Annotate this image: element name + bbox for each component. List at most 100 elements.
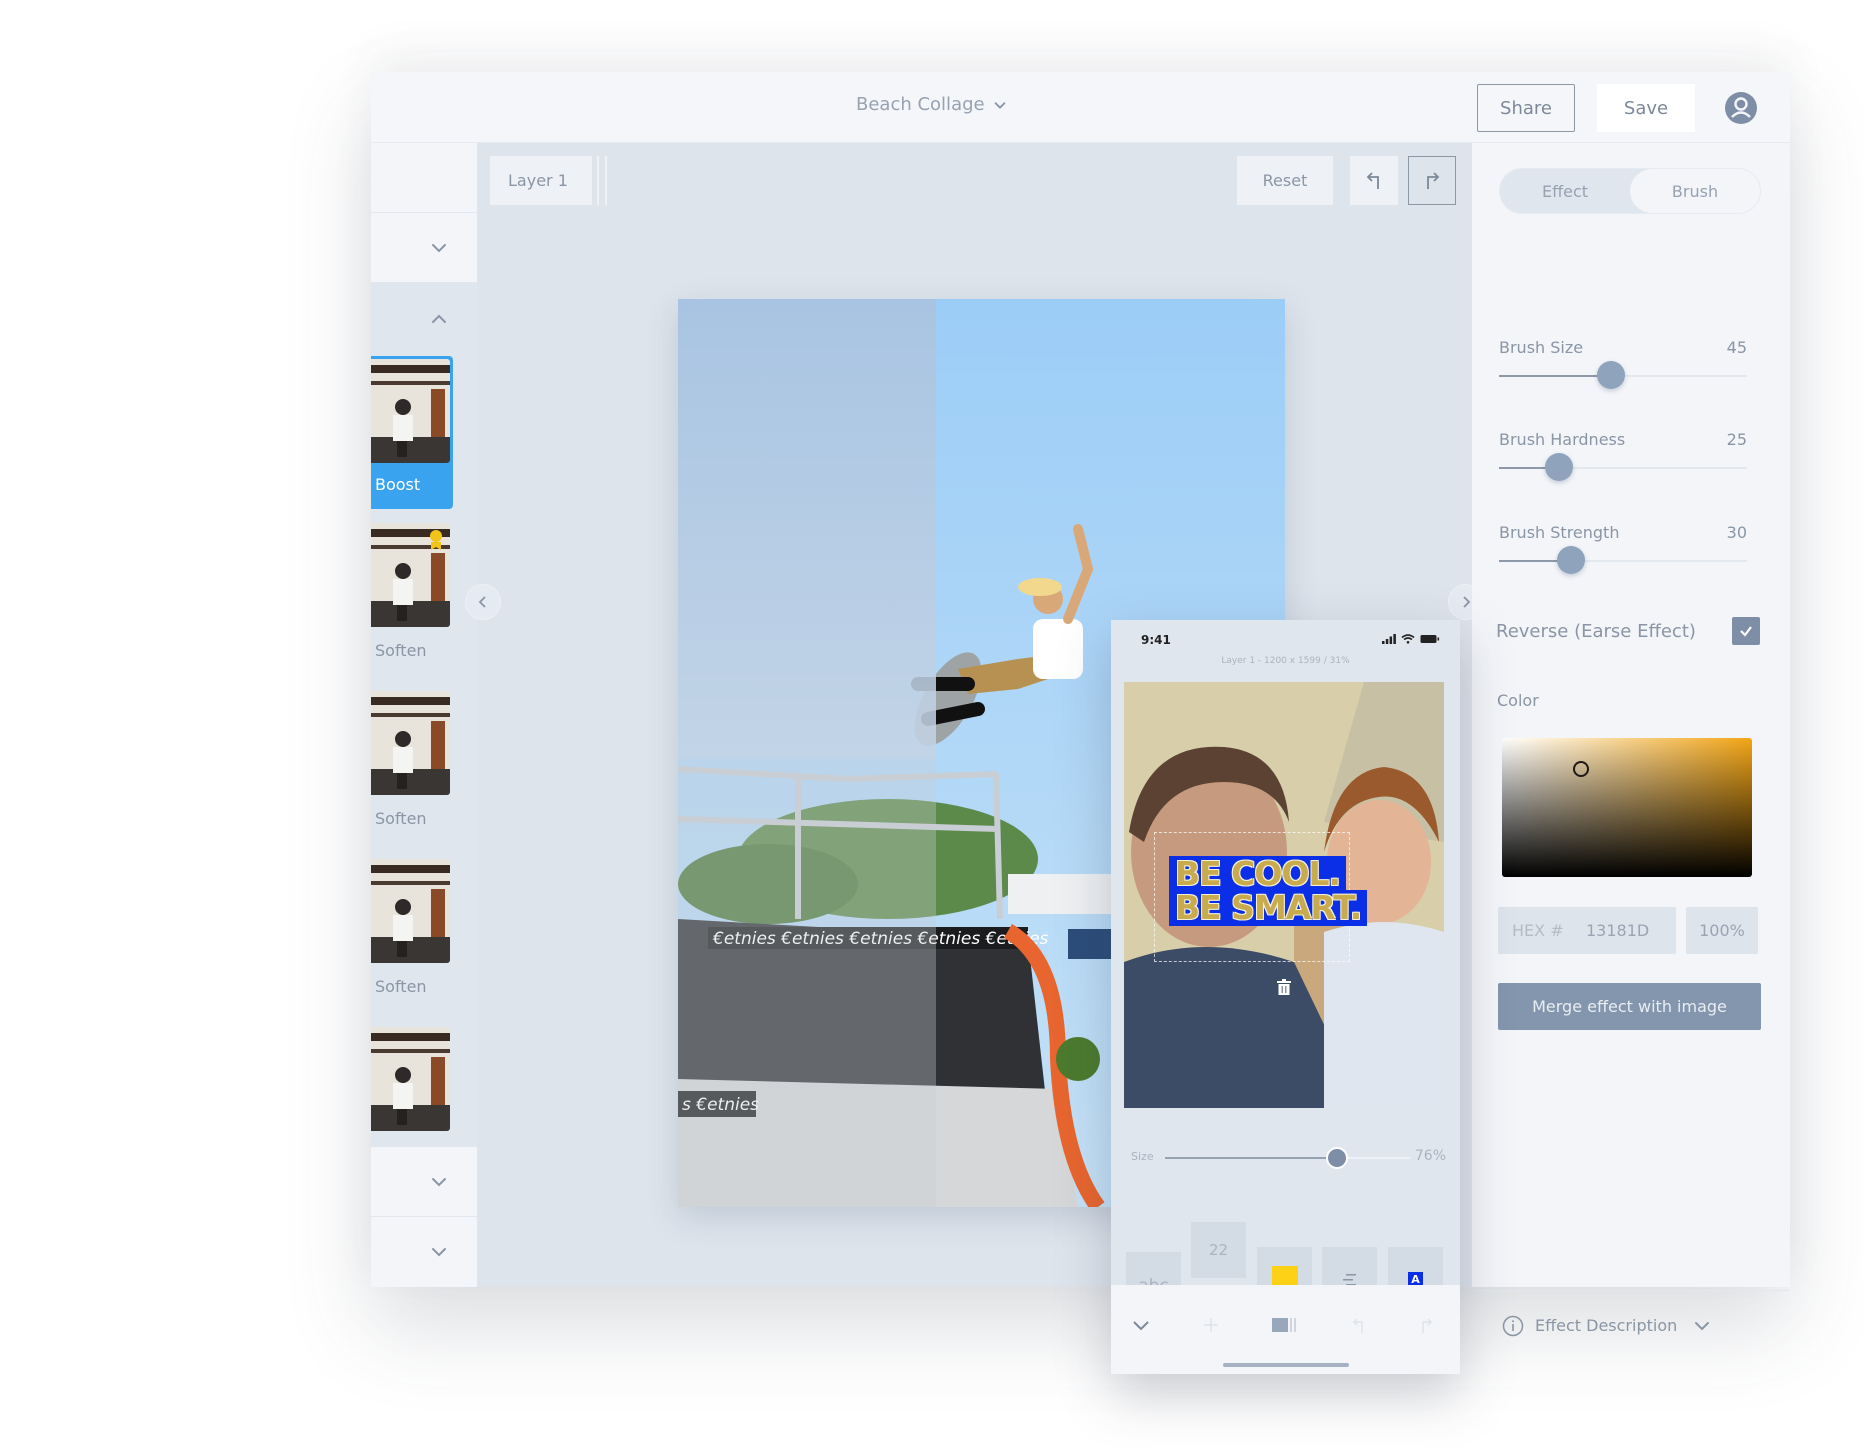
merge-effect-button[interactable]: Merge effect with image <box>1498 983 1761 1030</box>
slider-label: Brush Strength <box>1499 523 1620 542</box>
effect-item-soften[interactable]: Soften <box>371 859 453 996</box>
sidebar-section-toggle[interactable] <box>371 213 477 283</box>
slider-handle[interactable] <box>1325 1147 1348 1169</box>
undo-icon[interactable] <box>1349 1315 1369 1335</box>
effect-description-label: Effect Description <box>1535 1316 1678 1335</box>
size-value: 76% <box>1414 1148 1446 1164</box>
layers-icon[interactable] <box>1271 1315 1301 1335</box>
status-time: 9:41 <box>1141 633 1171 647</box>
effect-thumbnail <box>371 523 450 627</box>
color-label: Color <box>1497 691 1539 710</box>
sidebar-header <box>371 143 477 213</box>
sidebar-section-toggle[interactable] <box>371 1217 477 1287</box>
font-size-tool[interactable]: 22 <box>1191 1222 1246 1278</box>
effect-label: Soften <box>375 641 427 660</box>
slider-handle[interactable] <box>1544 453 1573 481</box>
redo-icon[interactable] <box>1416 1315 1436 1335</box>
effect-thumbnail <box>371 359 450 463</box>
chevron-down-icon <box>432 1248 446 1257</box>
effect-item-soften[interactable]: Soften <box>371 691 453 828</box>
chevron-down-icon <box>432 243 446 252</box>
slider-value: 25 <box>1726 430 1747 449</box>
slider-value: 45 <box>1726 338 1747 357</box>
effect-label: Boost <box>375 475 421 494</box>
brush-strength-slider-group: Brush Strength 30 <box>1499 523 1747 574</box>
effect-thumbnail <box>371 1027 450 1131</box>
sticker-line-1: BE COOL. <box>1169 856 1347 892</box>
layer-tab[interactable]: Layer 1 <box>490 156 592 205</box>
opacity-input[interactable]: 100% <box>1686 907 1758 954</box>
slider-value: 30 <box>1726 523 1747 542</box>
slider-handle[interactable] <box>1596 361 1625 389</box>
effect-item[interactable] <box>371 1027 453 1131</box>
add-icon[interactable] <box>1201 1315 1221 1335</box>
reverse-effect-label: Reverse (Earse Effect) <box>1496 620 1696 642</box>
layer-tab-handle[interactable] <box>597 156 607 205</box>
share-button[interactable]: Share <box>1477 84 1575 132</box>
hex-prefix-label: HEX # <box>1512 921 1564 940</box>
user-avatar-icon[interactable] <box>1725 92 1757 124</box>
chevron-down-icon <box>432 1177 446 1186</box>
brush-hardness-slider-group: Brush Hardness 25 <box>1499 430 1747 481</box>
trash-icon[interactable] <box>1276 978 1292 996</box>
sticker-line-2: BE SMART. <box>1169 890 1368 926</box>
signal-icon <box>1382 634 1396 644</box>
redo-button[interactable] <box>1408 156 1456 205</box>
document-title-dropdown[interactable]: Beach Collage <box>856 94 1007 115</box>
color-saturation-picker[interactable] <box>1502 738 1752 877</box>
brush-size-slider[interactable] <box>1499 361 1747 389</box>
layer-info: Layer 1 - 1200 x 1599 / 31% <box>1221 656 1350 666</box>
chevron-left-icon <box>478 596 486 608</box>
mode-segmented-control: Effect Brush <box>1499 168 1761 214</box>
chevron-down-icon <box>1695 1322 1709 1331</box>
effects-sidebar: Boost Soften Soften Soften <box>371 143 477 1287</box>
hex-input[interactable]: HEX # 13181D <box>1498 907 1676 954</box>
premium-badge-icon <box>430 530 442 550</box>
prev-image-button[interactable] <box>465 584 501 620</box>
brush-size-slider-group: Brush Size 45 <box>1499 338 1747 389</box>
redo-icon <box>1427 171 1440 189</box>
undo-button[interactable] <box>1350 156 1398 205</box>
sidebar-section-toggle[interactable] <box>371 1147 477 1217</box>
slider-label: Brush Hardness <box>1499 430 1626 449</box>
undo-icon <box>1366 171 1379 189</box>
size-slider[interactable] <box>1165 1147 1410 1169</box>
effect-thumbnail <box>371 859 450 963</box>
home-indicator <box>1223 1363 1349 1367</box>
mobile-preview: 9:41 Layer 1 - 1200 x 1599 / 31% BE COOL… <box>1111 620 1460 1374</box>
brush-strength-slider[interactable] <box>1499 546 1747 574</box>
mobile-bottom-toolbar <box>1111 1285 1460 1374</box>
tab-brush[interactable]: Brush <box>1630 169 1760 213</box>
slider-fill <box>1499 375 1611 377</box>
reverse-effect-checkbox[interactable] <box>1732 617 1760 645</box>
slider-label: Brush Size <box>1499 338 1584 357</box>
sidebar-section-collapse[interactable] <box>371 284 477 354</box>
effect-item-soften[interactable]: Soften <box>371 523 453 660</box>
slider-fill <box>1165 1157 1337 1159</box>
chevron-down-icon <box>994 101 1005 109</box>
effect-thumbnail <box>371 691 450 795</box>
text-sticker[interactable]: BE COOL. BE SMART. <box>1169 856 1397 938</box>
chevron-down-icon[interactable] <box>1131 1315 1151 1335</box>
reset-button[interactable]: Reset <box>1237 156 1333 205</box>
status-icons <box>1382 634 1440 644</box>
size-label: Size <box>1131 1150 1154 1163</box>
chevron-right-icon <box>1463 596 1471 608</box>
color-picker-handle[interactable] <box>1573 761 1589 777</box>
brush-hardness-slider[interactable] <box>1499 453 1747 481</box>
hex-value: 13181D <box>1586 921 1650 940</box>
effect-description-accordion[interactable]: Effect Description <box>1472 1290 1790 1360</box>
battery-icon <box>1420 635 1440 643</box>
photo-editor-app: Beach Collage Share Save Boost Soften So… <box>371 72 1790 1336</box>
top-header: Beach Collage Share Save <box>371 72 1790 143</box>
wifi-icon <box>1401 634 1415 644</box>
slider-handle[interactable] <box>1556 546 1585 574</box>
info-icon <box>1502 1315 1524 1336</box>
tab-effect[interactable]: Effect <box>1500 169 1630 213</box>
effect-item-boost[interactable]: Boost <box>371 356 453 509</box>
document-title: Beach Collage <box>856 94 985 115</box>
brush-settings-panel: Effect Brush Brush Size 45 Brush Hardnes… <box>1472 143 1790 1336</box>
save-button[interactable]: Save <box>1597 84 1695 132</box>
reverse-effect-row: Reverse (Earse Effect) <box>1496 616 1760 646</box>
mobile-photo[interactable]: BE COOL. BE SMART. <box>1124 682 1444 1108</box>
